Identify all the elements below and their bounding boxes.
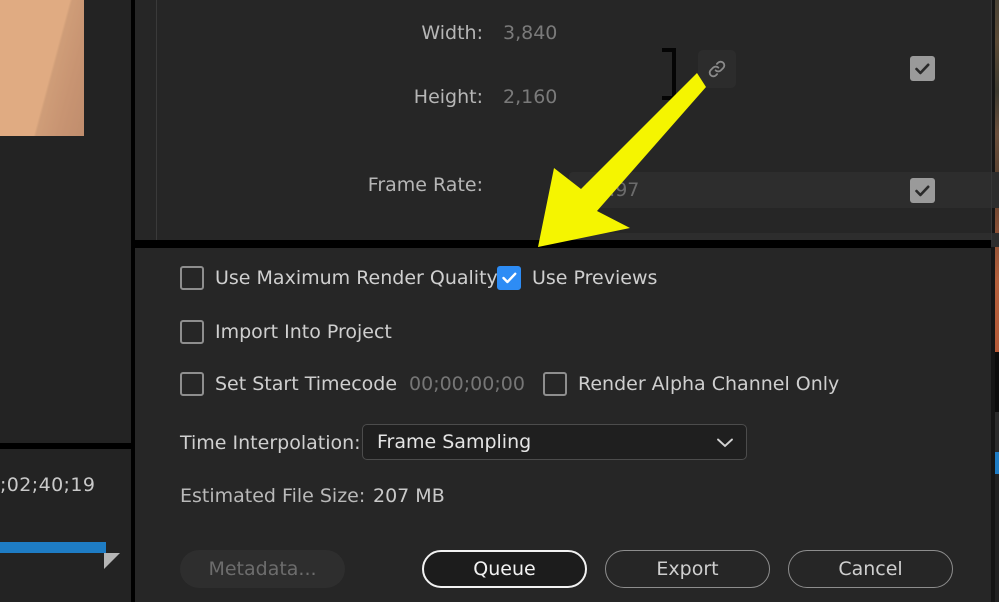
checkbox-box	[180, 320, 204, 344]
link-icon	[706, 58, 728, 80]
width-label: Width:	[421, 22, 483, 44]
settings-left-gutter	[135, 0, 157, 240]
checkbox-set-start-timecode[interactable]: Set Start Timecode 00;00;00;00	[180, 372, 525, 396]
panel-divider	[0, 443, 131, 449]
timeline-playhead-handle[interactable]	[104, 553, 120, 569]
checkbox-box-checked	[497, 266, 521, 290]
export-settings-dialog: Width: 3,840 Height: 2,160 Frame Rate: 2…	[135, 0, 999, 602]
background-strip-dark	[995, 352, 999, 412]
height-value[interactable]: 2,160	[503, 86, 557, 108]
export-settings-screenshot: ;02;40;19 Width: 3,840 Height: 2,160 Fra…	[0, 0, 999, 602]
start-timecode-value[interactable]: 00;00;00;00	[409, 373, 525, 395]
cancel-button[interactable]: Cancel	[788, 550, 953, 588]
background-strip-bottom	[995, 474, 999, 602]
checkbox-label: Use Previews	[532, 267, 658, 289]
export-options-section: Use Maximum Render Quality Use Previews …	[135, 248, 991, 602]
settings-panel-right-edge	[991, 0, 992, 240]
link-icon-button[interactable]	[698, 50, 736, 88]
time-interpolation-dropdown[interactable]: Frame Sampling	[362, 424, 747, 460]
width-field-row: Width: 3,840	[333, 22, 557, 44]
section-divider	[135, 240, 991, 248]
video-settings-panel: Width: 3,840 Height: 2,160 Frame Rate: 2…	[158, 0, 999, 247]
height-label: Height:	[413, 86, 483, 108]
checkbox-box	[180, 266, 204, 290]
frame-rate-value: 29.97	[585, 179, 640, 201]
metadata-button[interactable]: Metadata...	[180, 550, 345, 588]
checkbox-use-maximum-render-quality[interactable]: Use Maximum Render Quality	[180, 266, 498, 290]
height-field-row: Height: 2,160	[333, 86, 558, 108]
background-window-sliver	[991, 0, 999, 602]
frame-rate-field-row: Frame Rate:	[333, 174, 483, 196]
chevron-down-icon	[716, 431, 734, 453]
checkbox-label: Render Alpha Channel Only	[578, 373, 840, 395]
frame-rate-label: Frame Rate:	[367, 174, 483, 196]
frame-rate-enable-checkbox[interactable]	[910, 178, 935, 203]
background-strip-blue	[995, 452, 999, 474]
video-frame-thumbnail	[0, 0, 84, 136]
checkbox-box	[543, 372, 567, 396]
queue-button[interactable]: Queue	[422, 550, 587, 588]
background-strip-gray	[995, 412, 999, 452]
estimated-file-size-value: 207 MB	[373, 485, 445, 507]
checkbox-import-into-project[interactable]: Import Into Project	[180, 320, 392, 344]
time-interpolation-value: Frame Sampling	[377, 431, 532, 453]
checkbox-render-alpha-channel-only[interactable]: Render Alpha Channel Only	[543, 372, 839, 396]
checkbox-box	[180, 372, 204, 396]
checkbox-use-previews[interactable]: Use Previews	[497, 266, 657, 290]
estimated-file-size-label: Estimated File Size:	[180, 485, 366, 507]
checkbox-label: Use Maximum Render Quality	[215, 267, 498, 289]
aspect-link-bracket	[662, 48, 676, 100]
checkbox-label: Set Start Timecode	[215, 373, 398, 395]
export-button[interactable]: Export	[605, 550, 770, 588]
width-value[interactable]: 3,840	[503, 22, 557, 44]
left-adjacent-panel: ;02;40;19	[0, 0, 131, 602]
width-height-enable-checkbox[interactable]	[910, 56, 935, 81]
checkbox-label: Import Into Project	[215, 321, 392, 343]
timeline-progress-bar[interactable]	[0, 542, 106, 553]
time-interpolation-label: Time Interpolation:	[180, 432, 361, 454]
left-timecode-readout: ;02;40;19	[0, 474, 96, 496]
